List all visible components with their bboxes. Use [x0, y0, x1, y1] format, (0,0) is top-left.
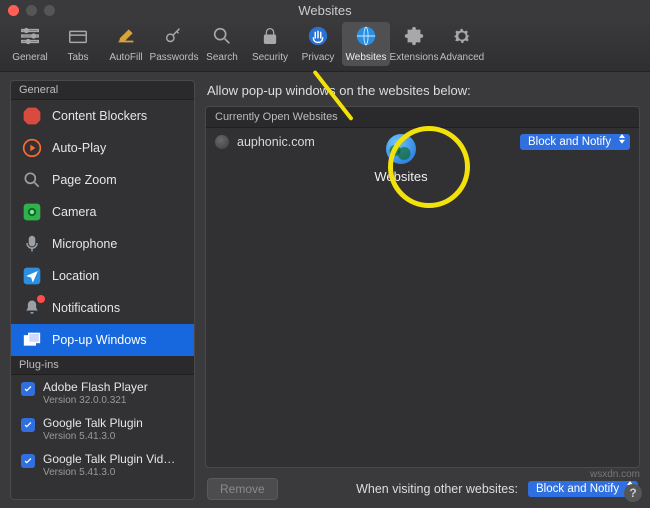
sidebar-item-auto-play[interactable]: Auto-Play: [11, 132, 194, 164]
maximize-window-button[interactable]: [44, 5, 55, 16]
plugin-version: Version 5.41.3.0: [43, 467, 175, 478]
lock-icon: [257, 23, 283, 49]
sidebar-header-general: General: [11, 81, 194, 100]
sidebar-item-label: Microphone: [52, 237, 117, 251]
toolbar-label: Privacy: [302, 52, 335, 63]
sidebar-plugin-gtalk-video[interactable]: Google Talk Plugin Vid… Version 5.41.3.0: [11, 447, 194, 483]
sidebar-plugin-gtalk[interactable]: Google Talk Plugin Version 5.41.3.0: [11, 411, 194, 447]
sidebar-item-label: Notifications: [52, 301, 120, 315]
plugin-name: Adobe Flash Player: [43, 380, 148, 394]
globe-icon: [353, 23, 379, 49]
toolbar-privacy[interactable]: Privacy: [294, 22, 342, 66]
plugin-version: Version 32.0.0.321: [43, 395, 148, 406]
toolbar-label: Websites: [346, 52, 387, 63]
website-option-select[interactable]: Block and Notify: [520, 134, 630, 150]
toolbar-label: Tabs: [67, 52, 88, 63]
footer-label: When visiting other websites:: [356, 482, 518, 496]
gear-icon: [449, 23, 475, 49]
toolbar-label: Advanced: [440, 52, 484, 63]
titlebar: Websites: [0, 0, 650, 20]
sidebar-item-label: Camera: [52, 205, 96, 219]
tabs-icon: [65, 23, 91, 49]
search-icon: [209, 23, 235, 49]
toolbar-websites[interactable]: Websites: [342, 22, 390, 66]
toolbar-label: Search: [206, 52, 238, 63]
toolbar-label: Security: [252, 52, 288, 63]
main-panel: Allow pop-up windows on the websites bel…: [205, 80, 640, 500]
sidebar-item-label: Location: [52, 269, 99, 283]
sidebar-item-pop-up-windows[interactable]: Pop-up Windows: [11, 324, 194, 356]
toolbar-search[interactable]: Search: [198, 22, 246, 66]
website-row[interactable]: auphonic.com Block and Notify: [206, 128, 639, 156]
plugin-version: Version 5.41.3.0: [43, 431, 143, 442]
sidebar: General Content Blockers Auto-Play Page …: [10, 80, 195, 500]
sidebar-item-location[interactable]: Location: [11, 260, 194, 292]
toolbar-label: Extensions: [390, 52, 439, 63]
key-icon: [161, 23, 187, 49]
pencil-icon: [113, 23, 139, 49]
plugin-name: Google Talk Plugin Vid…: [43, 452, 175, 466]
website-domain: auphonic.com: [237, 135, 512, 149]
camera-icon: [21, 201, 43, 223]
puzzle-icon: [401, 23, 427, 49]
toolbar-extensions[interactable]: Extensions: [390, 22, 438, 66]
mic-icon: [21, 233, 43, 255]
window-controls: [8, 5, 55, 16]
checkbox-checked-icon[interactable]: [21, 418, 35, 432]
magnify-icon: [21, 169, 43, 191]
panel-footer: Remove When visiting other websites: Blo…: [205, 468, 640, 500]
minimize-window-button[interactable]: [26, 5, 37, 16]
checkbox-checked-icon[interactable]: [21, 382, 35, 396]
help-button[interactable]: ?: [624, 484, 642, 502]
sidebar-item-notifications[interactable]: Notifications: [11, 292, 194, 324]
notification-badge-icon: [37, 295, 45, 303]
sidebar-header-plugins: Plug-ins: [11, 356, 194, 375]
preferences-toolbar: General Tabs AutoFill Passwords Search S…: [0, 20, 650, 72]
toolbar-label: General: [12, 52, 48, 63]
toolbar-general[interactable]: General: [6, 22, 54, 66]
plugin-name: Google Talk Plugin: [43, 416, 143, 430]
sidebar-item-label: Content Blockers: [52, 109, 147, 123]
hand-icon: [305, 23, 331, 49]
websites-list-panel: Currently Open Websites auphonic.com Blo…: [205, 106, 640, 468]
windows-icon: [21, 329, 43, 351]
sidebar-item-page-zoom[interactable]: Page Zoom: [11, 164, 194, 196]
panel-header: Currently Open Websites: [206, 107, 639, 128]
main-title: Allow pop-up windows on the websites bel…: [205, 80, 640, 106]
remove-button[interactable]: Remove: [207, 478, 278, 500]
checkbox-checked-icon[interactable]: [21, 454, 35, 468]
toolbar-security[interactable]: Security: [246, 22, 294, 66]
sidebar-item-label: Page Zoom: [52, 173, 117, 187]
play-circle-icon: [21, 137, 43, 159]
toolbar-label: AutoFill: [109, 52, 142, 63]
sidebar-item-camera[interactable]: Camera: [11, 196, 194, 228]
sidebar-item-label: Auto-Play: [52, 141, 106, 155]
default-option-select[interactable]: Block and Notify: [528, 481, 638, 497]
toolbar-autofill[interactable]: AutoFill: [102, 22, 150, 66]
site-globe-icon: [215, 135, 229, 149]
sidebar-item-microphone[interactable]: Microphone: [11, 228, 194, 260]
window-title: Websites: [0, 3, 650, 18]
toolbar-label: Passwords: [150, 52, 199, 63]
close-window-button[interactable]: [8, 5, 19, 16]
location-icon: [21, 265, 43, 287]
sidebar-item-content-blockers[interactable]: Content Blockers: [11, 100, 194, 132]
toolbar-passwords[interactable]: Passwords: [150, 22, 198, 66]
content-area: General Content Blockers Auto-Play Page …: [0, 72, 650, 508]
toolbar-advanced[interactable]: Advanced: [438, 22, 486, 66]
toolbar-tabs[interactable]: Tabs: [54, 22, 102, 66]
sidebar-item-label: Pop-up Windows: [52, 333, 147, 347]
gear-slider-icon: [17, 23, 43, 49]
stop-sign-icon: [21, 105, 43, 127]
sidebar-plugin-flash[interactable]: Adobe Flash Player Version 32.0.0.321: [11, 375, 194, 411]
